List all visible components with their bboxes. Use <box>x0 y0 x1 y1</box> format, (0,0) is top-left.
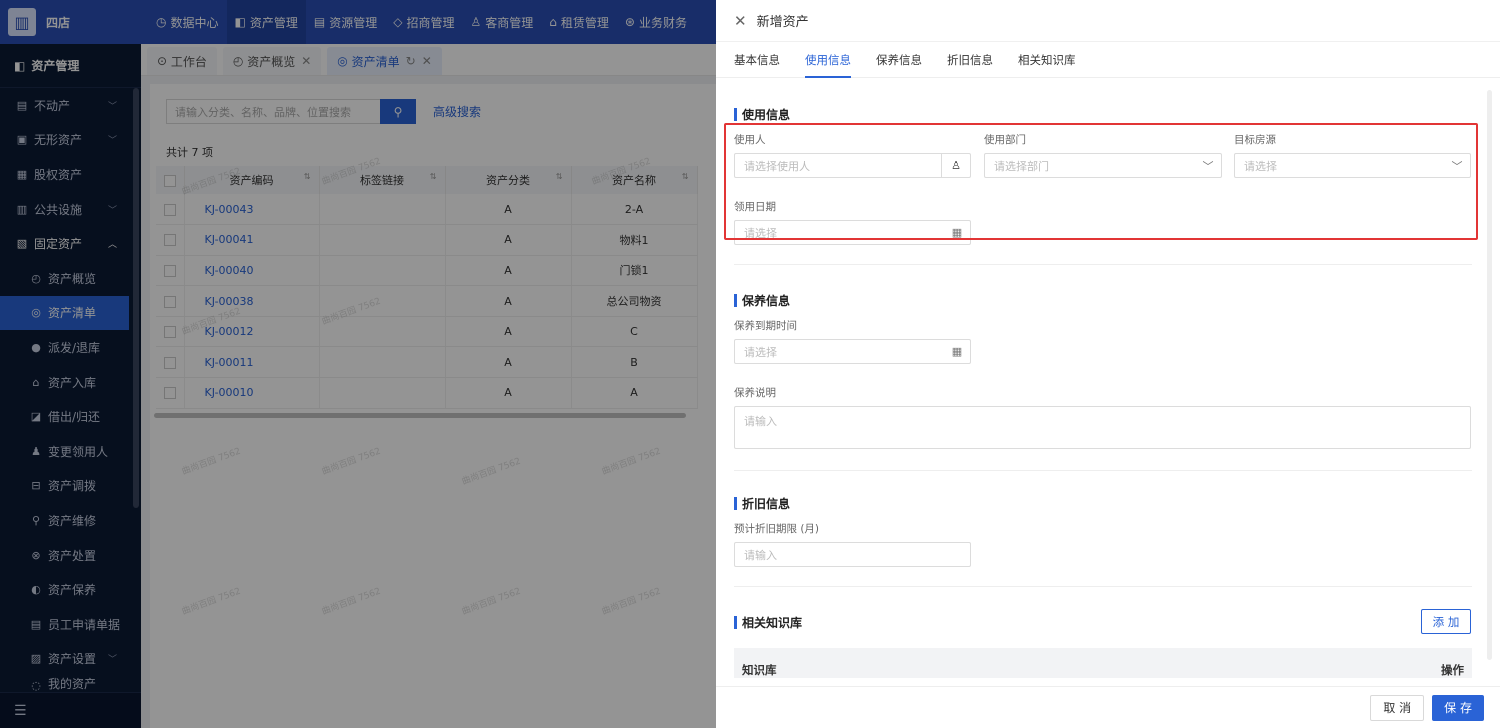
save-button[interactable]: 保 存 <box>1432 694 1484 721</box>
depreciation-section-title: 折旧信息 <box>734 495 790 512</box>
depreciation-period-input[interactable]: 请输入 <box>734 542 971 567</box>
drawer-scrollbar[interactable] <box>1487 90 1492 660</box>
knowledge-table-header: 知识库 操作 <box>734 648 1472 678</box>
maintenance-expire-label: 保养到期时间 <box>734 320 797 332</box>
knowledge-section-title: 相关知识库 <box>734 614 802 631</box>
drawer-tabs: 基本信息 使用信息 保养信息 折旧信息 相关知识库 <box>716 42 1500 78</box>
section-divider <box>734 586 1472 587</box>
maintenance-desc-label: 保养说明 <box>734 387 776 399</box>
tab-usage-info[interactable]: 使用信息 <box>805 42 851 78</box>
tab-knowledge-base[interactable]: 相关知识库 <box>1018 42 1076 78</box>
section-divider <box>734 264 1472 265</box>
maintenance-desc-textarea[interactable]: 请输入 <box>734 406 1471 449</box>
drawer-title: 新增资产 <box>756 15 809 30</box>
maintenance-section-title: 保养信息 <box>734 292 790 309</box>
drawer-header: ✕ 新增资产 <box>716 0 1500 42</box>
maintenance-expire-picker[interactable]: 请选择 ▦ <box>734 339 971 364</box>
section-divider <box>734 470 1472 471</box>
usage-section-title: 使用信息 <box>734 106 790 123</box>
modal-overlay[interactable] <box>0 0 716 728</box>
cancel-button[interactable]: 取 消 <box>1370 694 1425 721</box>
depreciation-period-label: 预计折旧期限 (月) <box>734 523 820 535</box>
drawer-footer: 取 消 保 存 <box>716 686 1500 728</box>
column-header-knowledge: 知识库 <box>742 663 777 677</box>
add-knowledge-button[interactable]: 添 加 <box>1421 609 1471 634</box>
new-asset-drawer: ✕ 新增资产 基本信息 使用信息 保养信息 折旧信息 相关知识库 使用信息 使用… <box>716 0 1500 728</box>
close-icon[interactable]: ✕ <box>734 12 747 30</box>
column-header-actions: 操作 <box>1441 663 1464 677</box>
highlight-box <box>724 123 1478 240</box>
drawer-body: 使用信息 使用人 请选择使用人 ♙ 使用部门 请选择部门 ﹀ 目标房源 请选择 … <box>716 78 1500 686</box>
tab-depreciation-info[interactable]: 折旧信息 <box>947 42 993 78</box>
calendar-icon: ▦ <box>951 345 963 358</box>
tab-maintenance-info[interactable]: 保养信息 <box>876 42 922 78</box>
tab-basic-info[interactable]: 基本信息 <box>734 42 780 78</box>
